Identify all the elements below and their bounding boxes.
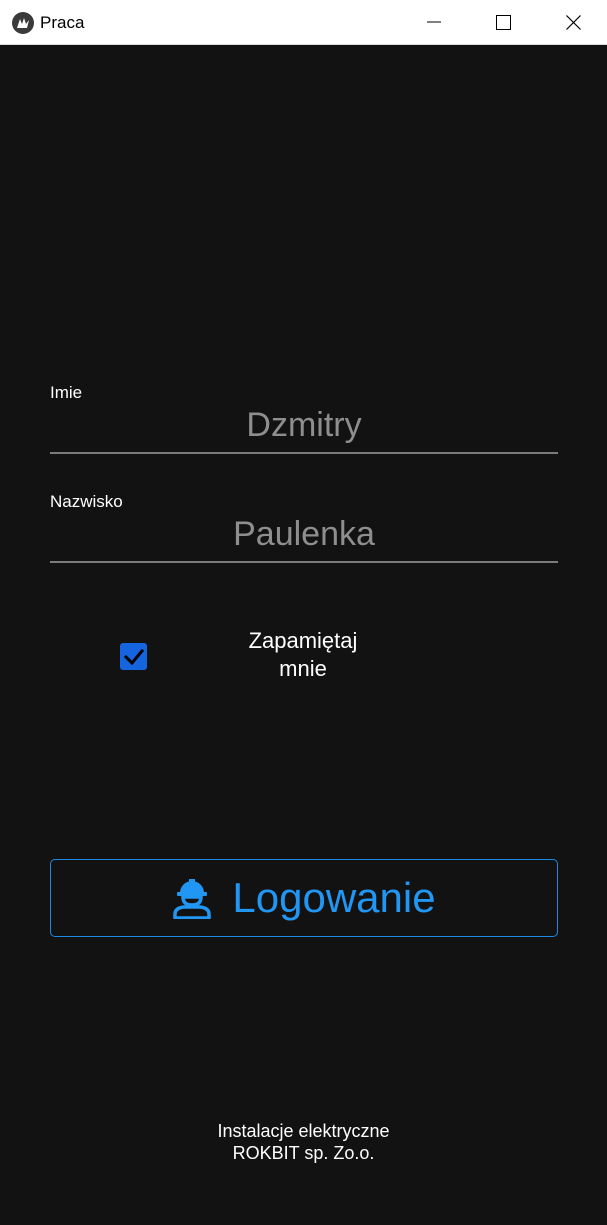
maximize-icon (495, 14, 511, 30)
login-button[interactable]: Logowanie (50, 859, 558, 937)
login-button-label: Logowanie (232, 874, 436, 921)
footer-line1: Instalacje elektryczne (217, 1121, 390, 1141)
remember-me-checkbox[interactable] (120, 643, 147, 670)
close-icon (565, 14, 581, 30)
window-title: Praca (40, 13, 85, 32)
close-button[interactable] (538, 0, 607, 44)
title-bar: Praca (0, 0, 607, 45)
footer: Instalacje elektryczne ROKBIT sp. Zo.o. (0, 1120, 607, 1164)
minimize-icon (427, 21, 441, 23)
maximize-button[interactable] (468, 0, 538, 44)
last-name-input[interactable]: Paulenka (50, 515, 558, 554)
footer-line2: ROKBIT sp. Zo.o. (232, 1143, 375, 1163)
app-window: Praca Imie Dzmitry Nazwisko Paulenka Zap… (0, 0, 607, 1225)
minimize-button[interactable] (399, 0, 469, 44)
first-name-label: Imie (50, 383, 83, 402)
first-name-input[interactable]: Dzmitry (50, 406, 558, 445)
first-name-underline (50, 452, 558, 454)
remember-me-label[interactable]: Zapamiętaj mnie (203, 627, 403, 683)
checkmark-icon (123, 648, 144, 665)
worker-hardhat-icon (172, 877, 212, 919)
last-name-underline (50, 561, 558, 563)
app-logo-icon (12, 12, 34, 34)
last-name-label: Nazwisko (50, 492, 123, 511)
remember-me-label-line2: mnie (279, 656, 327, 681)
remember-me-label-line1: Zapamiętaj (248, 628, 358, 653)
